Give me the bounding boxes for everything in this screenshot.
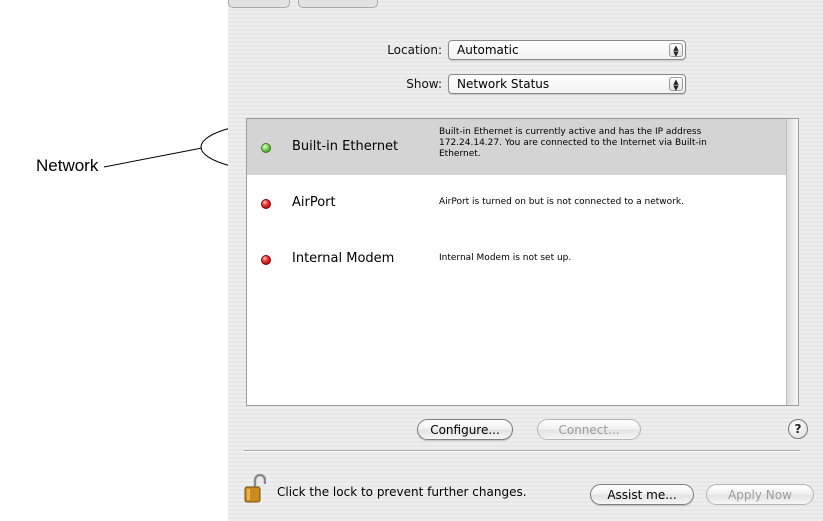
- green-status-icon: [261, 143, 271, 153]
- tab-edge-right[interactable]: [298, 0, 378, 8]
- help-button[interactable]: ?: [788, 419, 808, 439]
- network-service-list[interactable]: Built-in Ethernet Built-in Ethernet is c…: [246, 118, 799, 406]
- service-name: AirPort: [292, 195, 336, 210]
- popup-arrows-icon: ▲ ▼: [669, 43, 683, 58]
- location-value: Automatic: [457, 43, 519, 57]
- callout-label: Network: [36, 156, 99, 175]
- network-preferences-window: Location: Automatic ▲ ▼ Show: Network Sta…: [228, 0, 823, 521]
- service-description: AirPort is turned on but is not connecte…: [439, 197, 684, 207]
- red-status-icon: [261, 199, 271, 209]
- list-item[interactable]: Built-in Ethernet Built-in Ethernet is c…: [247, 119, 798, 175]
- service-description: Built-in Ethernet is currently active an…: [439, 127, 707, 159]
- divider: [244, 450, 800, 451]
- show-row: Show: Network Status ▲ ▼: [302, 74, 686, 94]
- configure-button[interactable]: Configure...: [417, 419, 513, 440]
- red-status-icon: [261, 255, 271, 265]
- show-popup[interactable]: Network Status ▲ ▼: [448, 74, 686, 94]
- screenshot-stage: Network Location: Automatic ▲ ▼ Show: Net…: [0, 0, 823, 521]
- lock-message: Click the lock to prevent further change…: [277, 485, 527, 499]
- location-row: Location: Automatic ▲ ▼: [302, 40, 686, 60]
- show-value: Network Status: [457, 77, 550, 91]
- service-description: Internal Modem is not set up.: [439, 253, 572, 263]
- service-name: Built-in Ethernet: [292, 139, 399, 154]
- apply-now-button[interactable]: Apply Now: [706, 484, 814, 505]
- tab-edge-left[interactable]: [228, 0, 290, 8]
- list-item[interactable]: Internal Modem Internal Modem is not set…: [247, 231, 798, 287]
- connect-button[interactable]: Connect...: [537, 419, 641, 440]
- lock-open-icon[interactable]: [244, 474, 266, 504]
- assist-me-button[interactable]: Assist me...: [590, 484, 694, 505]
- popup-arrows-icon: ▲ ▼: [669, 77, 683, 92]
- show-label: Show:: [406, 77, 442, 91]
- location-popup[interactable]: Automatic ▲ ▼: [448, 40, 686, 60]
- list-item[interactable]: AirPort AirPort is turned on but is not …: [247, 175, 798, 231]
- location-label: Location:: [387, 43, 442, 57]
- service-name: Internal Modem: [292, 251, 395, 266]
- list-scrollbar[interactable]: [786, 119, 798, 405]
